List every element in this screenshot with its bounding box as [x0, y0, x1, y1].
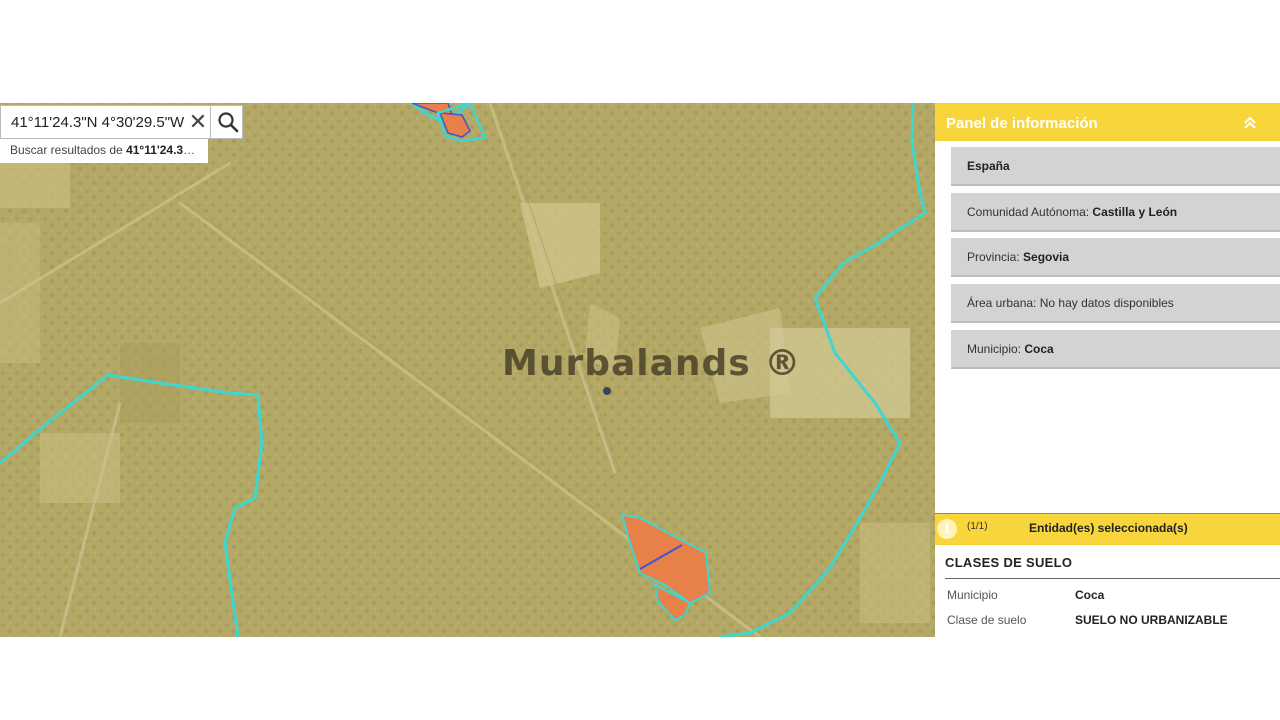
info-row-provincia[interactable]: Provincia: Segovia	[951, 238, 1280, 277]
info-panel-header[interactable]: Panel de información	[935, 103, 1280, 141]
info-row-municipio[interactable]: Municipio: Coca	[951, 330, 1280, 369]
selection-count: (1/1)	[967, 521, 988, 532]
info-row-comunidad[interactable]: Comunidad Autónoma: Castilla y León	[951, 193, 1280, 232]
selection-header[interactable]: i (1/1) Entidad(es) seleccionada(s)	[935, 514, 1280, 545]
map-canvas[interactable]: Murbalands ®	[0, 103, 935, 637]
field-label-municipio: Municipio	[947, 588, 998, 602]
info-icon: i	[937, 519, 957, 539]
info-row-area-urbana[interactable]: Área urbana: No hay datos disponibles	[951, 284, 1280, 323]
selection-title: Entidad(es) seleccionada(s)	[1029, 521, 1188, 535]
info-panel-title: Panel de información	[946, 115, 1098, 132]
location-marker-icon[interactable]	[603, 387, 611, 395]
info-panel: Panel de información España Comunidad Au…	[935, 103, 1280, 513]
close-icon[interactable]: ✕	[187, 110, 209, 134]
divider	[945, 578, 1280, 579]
chevron-up-icon[interactable]	[1242, 115, 1258, 131]
field-value-municipio: Coca	[1075, 588, 1105, 602]
search-icon	[218, 112, 239, 133]
search-button[interactable]	[210, 105, 244, 139]
field-value-clase-suelo: SUELO NO URBANIZABLE	[1075, 613, 1228, 627]
search-suggestion[interactable]: Buscar resultados de 41°11'24.3"N 4°30'2…	[0, 139, 208, 163]
section-title: CLASES DE SUELO	[945, 555, 1073, 570]
search-input[interactable]: 41°11'24.3"N 4°30'29.5"W	[11, 114, 184, 131]
field-label-clase-suelo: Clase de suelo	[947, 613, 1027, 627]
search-box: 41°11'24.3"N 4°30'29.5"W ✕	[0, 105, 243, 139]
selection-panel: i (1/1) Entidad(es) seleccionada(s) CLAS…	[935, 513, 1280, 638]
watermark: Murbalands ®	[502, 343, 802, 384]
info-row-pais[interactable]: España	[951, 147, 1280, 186]
